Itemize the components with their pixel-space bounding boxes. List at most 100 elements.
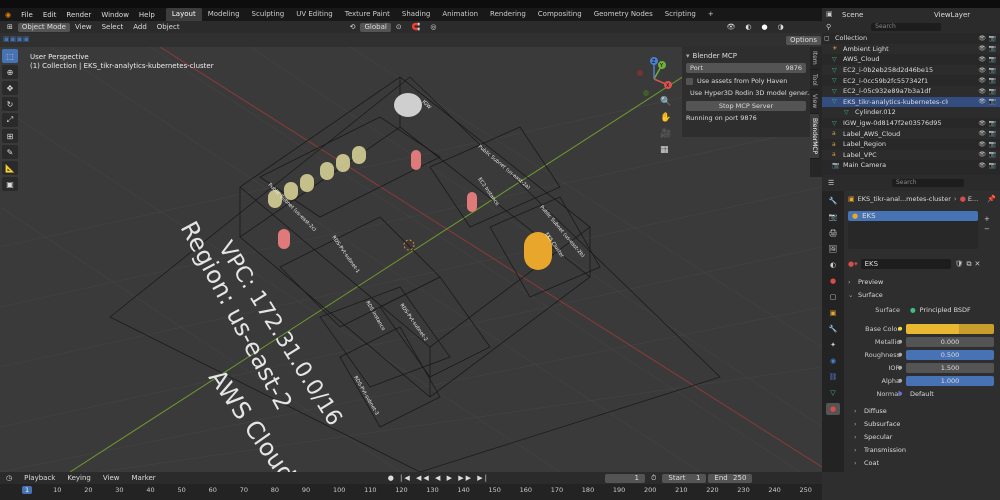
- shader-field-value[interactable]: 0.000: [906, 336, 994, 347]
- grid-view-icon[interactable]: ▦: [660, 145, 669, 155]
- overlay-icon[interactable]: ◐: [740, 23, 756, 31]
- visibility-eye-icon[interactable]: 👁: [978, 88, 986, 95]
- add-cube-icon[interactable]: ▣: [2, 177, 18, 191]
- view-layer-icon[interactable]: 🖼: [826, 243, 840, 255]
- subsection-subsurface[interactable]: › Subsurface: [844, 417, 1000, 430]
- shader-field-value[interactable]: 1.500: [906, 362, 994, 373]
- orientation-selector[interactable]: Global: [360, 22, 391, 32]
- menu-render[interactable]: Render: [61, 11, 96, 19]
- particles-props-icon[interactable]: ✦: [826, 339, 840, 351]
- visibility-eye-icon[interactable]: 👁: [978, 130, 986, 137]
- shader-field-value[interactable]: Default: [906, 388, 994, 399]
- subsection-diffuse[interactable]: › Diffuse: [844, 404, 1000, 417]
- render-camera-icon[interactable]: 📷: [989, 151, 996, 158]
- render-props-icon[interactable]: 📷: [826, 211, 840, 223]
- polyhaven-checkbox[interactable]: [686, 77, 693, 85]
- menu-playback[interactable]: Playback: [18, 474, 61, 482]
- panel-title-row[interactable]: ▾ Blender MCP: [686, 50, 806, 61]
- socket-dot-icon[interactable]: ●: [898, 326, 902, 332]
- zoom-icon[interactable]: 🔍: [660, 97, 671, 107]
- menu-select[interactable]: Select: [97, 23, 129, 31]
- tab-view[interactable]: View: [810, 90, 819, 114]
- properties-search[interactable]: Search: [892, 179, 964, 187]
- visibility-eye-icon[interactable]: 👁: [978, 141, 986, 148]
- modifier-props-icon[interactable]: 🔧: [826, 323, 840, 335]
- tool-props-icon[interactable]: 🔧: [826, 195, 840, 207]
- select-box-icon[interactable]: ⬚: [2, 49, 18, 63]
- scale-icon[interactable]: ⤢: [2, 113, 18, 127]
- material-browse-icon[interactable]: ●▾: [848, 260, 858, 268]
- menu-file[interactable]: File: [16, 11, 38, 19]
- object-props-icon[interactable]: ▣: [826, 307, 840, 319]
- transform-orientation-icon[interactable]: ⟲: [345, 23, 361, 31]
- material-slot[interactable]: ● EKS: [848, 211, 978, 221]
- visibility-eye-icon[interactable]: 👁: [978, 151, 986, 158]
- stop-mcp-server-button[interactable]: Stop MCP Server: [686, 101, 806, 111]
- collection-props-icon[interactable]: ▢: [826, 291, 840, 303]
- tab-uv-editing[interactable]: UV Editing: [290, 8, 339, 21]
- tab-blendermcp[interactable]: BlenderMCP: [810, 113, 819, 159]
- visibility-eye-icon[interactable]: 👁: [978, 120, 986, 127]
- timeline-ruler[interactable]: 1 10 20 30 40 50 60 70 80 90 100 110 120 130 140 150 160…: [0, 484, 822, 500]
- subsection-specular[interactable]: › Specular: [844, 430, 1000, 443]
- outliner-row[interactable]: ▢ Collection 👁 📷: [822, 33, 1000, 44]
- tab-sculpting[interactable]: Sculpting: [246, 8, 291, 21]
- menu-window[interactable]: Window: [96, 11, 134, 19]
- tab-rendering[interactable]: Rendering: [484, 8, 532, 21]
- transform-icon[interactable]: ⊞: [2, 129, 18, 143]
- render-camera-icon[interactable]: 📷: [989, 77, 996, 84]
- constraints-props-icon[interactable]: ⛓: [826, 371, 840, 383]
- outliner-row[interactable]: a Label_VPC 👁 📷: [822, 149, 1000, 161]
- mode-selector[interactable]: Object Mode: [17, 22, 70, 32]
- visibility-eye-icon[interactable]: 👁: [978, 98, 986, 105]
- visibility-eye-icon[interactable]: 👁: [978, 67, 986, 74]
- pivot-icon[interactable]: ⊙: [391, 23, 407, 31]
- properties-editor-icon[interactable]: ☰: [828, 179, 834, 187]
- shader-field-value[interactable]: [906, 323, 994, 334]
- visibility-icon[interactable]: 👁: [722, 23, 741, 31]
- surface-shader-selector[interactable]: ● Principled BSDF: [906, 304, 994, 315]
- subsection-transmission[interactable]: › Transmission: [844, 443, 1000, 456]
- menu-help[interactable]: Help: [134, 11, 160, 19]
- duplicate-material-icon[interactable]: ⧉: [967, 260, 972, 269]
- render-camera-icon[interactable]: 📷: [989, 162, 996, 169]
- options-button[interactable]: Options: [786, 36, 822, 45]
- material-name-field[interactable]: EKS: [860, 259, 951, 269]
- render-camera-icon[interactable]: 📷: [989, 130, 996, 137]
- select-mode-icon[interactable]: ▣▣▣▣: [3, 35, 29, 43]
- pin-icon[interactable]: 📌: [987, 195, 996, 203]
- material-props-icon[interactable]: ●: [826, 403, 840, 415]
- outliner-row[interactable]: ▽ Cylinder.012: [822, 107, 1000, 118]
- outliner-row[interactable]: ▽ EC2_i-0b2eb258d2d46be15 👁 📷: [822, 64, 1000, 76]
- cursor-icon[interactable]: ⊕: [2, 65, 18, 79]
- visibility-eye-icon[interactable]: 👁: [978, 35, 986, 42]
- hyper3d-option[interactable]: Use Hyper3D Rodin 3D model gener...: [686, 87, 813, 99]
- render-camera-icon[interactable]: 📷: [989, 98, 996, 105]
- snap-icon[interactable]: 🧲: [407, 23, 426, 31]
- measure-icon[interactable]: 📐: [2, 161, 18, 175]
- port-field[interactable]: Port 9876: [686, 63, 806, 73]
- render-camera-icon[interactable]: 📷: [989, 88, 996, 95]
- annotate-icon[interactable]: ✎: [2, 145, 18, 159]
- polyhaven-option[interactable]: Use assets from Poly Haven: [686, 75, 806, 87]
- shading-solid-icon[interactable]: ●: [757, 23, 773, 31]
- output-props-icon[interactable]: 🖨: [826, 227, 840, 239]
- outliner-row[interactable]: ▽ IGW_igw-0d8147f2e03576d95 👁 📷: [822, 118, 1000, 129]
- socket-dot-icon[interactable]: ●: [898, 339, 902, 345]
- outliner-row[interactable]: a Label_Region 👁 📷: [822, 139, 1000, 150]
- slot-add-icon[interactable]: +: [984, 215, 990, 223]
- tab-modeling[interactable]: Modeling: [202, 8, 246, 21]
- shading-material-icon[interactable]: ◑: [773, 23, 789, 31]
- editor-type-icon[interactable]: ⊞: [2, 23, 18, 31]
- surface-section[interactable]: ⌄ Surface: [844, 288, 1000, 301]
- tab-scripting[interactable]: Scripting: [659, 8, 702, 21]
- tab-compositing[interactable]: Compositing: [532, 8, 588, 21]
- visibility-eye-icon[interactable]: 👁: [978, 45, 986, 52]
- render-camera-icon[interactable]: 📷: [989, 120, 996, 127]
- subsection-coat[interactable]: › Coat: [844, 456, 1000, 469]
- navigation-gizmo[interactable]: X Y Z: [632, 57, 676, 101]
- unlink-material-icon[interactable]: ✕: [975, 260, 981, 268]
- outliner-row[interactable]: ▽ EC2_i-05c932e89a7b3a1df 👁 📷: [822, 85, 1000, 97]
- render-camera-icon[interactable]: 📷: [989, 67, 996, 74]
- socket-dot-icon[interactable]: ●: [898, 365, 902, 371]
